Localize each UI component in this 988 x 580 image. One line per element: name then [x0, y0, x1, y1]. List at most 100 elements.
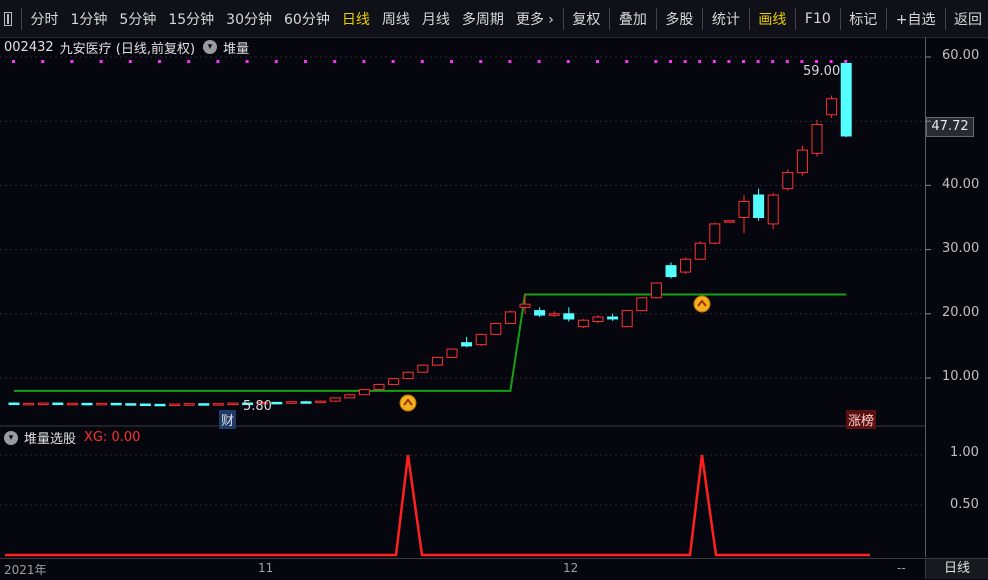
period-selector[interactable]: 日线 — [925, 559, 988, 579]
candle-body — [796, 149, 808, 174]
candle-body — [534, 310, 546, 316]
dot-marker — [158, 60, 161, 63]
buy-signal-icon — [693, 295, 711, 313]
candle-body — [826, 98, 838, 116]
dot-marker — [128, 60, 132, 63]
dot-marker — [771, 60, 775, 63]
date-label: 12 — [563, 561, 579, 575]
dot-marker — [333, 60, 337, 63]
ma-line-path — [14, 293, 847, 392]
candle-body — [782, 172, 794, 190]
buy-signal-icon — [399, 394, 417, 412]
candle-body — [81, 402, 93, 406]
candle-body — [125, 403, 137, 406]
dot-marker — [420, 60, 424, 63]
date-axis: 2021年 11 12 -- 日线 — [0, 558, 988, 580]
candle-body — [650, 282, 662, 299]
candle-body — [665, 265, 677, 278]
dot-marker — [742, 60, 745, 63]
dot-marker — [844, 60, 848, 63]
candle-body — [402, 371, 414, 380]
dot-marker — [625, 60, 629, 63]
candle-body — [329, 397, 341, 402]
candle-body — [212, 403, 224, 406]
candle-body — [344, 394, 356, 399]
grid-lines — [0, 56, 931, 506]
dot-marker — [304, 60, 307, 63]
candle-body — [577, 319, 589, 328]
dot-marker — [245, 60, 249, 63]
dot-marker — [391, 60, 395, 63]
candle-body — [709, 223, 721, 244]
dot-marker — [362, 60, 366, 63]
dot-marker — [829, 60, 833, 63]
dot-marker — [712, 60, 716, 63]
candle-body — [285, 401, 297, 404]
candle-body — [475, 333, 487, 346]
candle-body — [417, 364, 429, 373]
candle-body — [738, 200, 750, 218]
price-chart[interactable] — [0, 0, 988, 579]
candlestick-series — [8, 62, 852, 412]
date-label: 11 — [258, 561, 274, 575]
candle-body — [548, 313, 560, 316]
dot-marker — [756, 60, 760, 63]
dot-marker — [537, 60, 541, 63]
dot-marker — [785, 60, 789, 63]
candle-body — [811, 123, 823, 154]
dot-marker — [479, 60, 483, 63]
dot-marker — [727, 60, 731, 63]
candle-body — [373, 383, 385, 391]
dot-marker — [274, 60, 278, 63]
candle-body — [66, 402, 78, 406]
candle-body — [723, 220, 735, 223]
dot-marker — [566, 60, 570, 63]
candle-body — [563, 313, 575, 320]
candle-body — [680, 258, 692, 273]
candle-body — [636, 297, 648, 312]
candle-body — [607, 316, 619, 320]
candle-body — [753, 194, 765, 218]
candle-body — [271, 401, 283, 405]
date-label: 2021年 — [4, 563, 47, 577]
dot-marker — [99, 60, 103, 63]
dot-marker — [800, 60, 804, 63]
low-annotation: 5.80 — [243, 399, 272, 414]
candle-body — [490, 322, 502, 335]
candle-body — [504, 311, 516, 324]
candle-body — [23, 402, 35, 406]
dot-marker — [70, 60, 74, 63]
high-annotation: 59.00 — [803, 64, 841, 79]
limit-list-tag[interactable]: 涨榜 — [846, 410, 877, 429]
candle-body — [96, 402, 108, 406]
dot-marker — [683, 60, 687, 63]
ma-line — [14, 293, 847, 392]
dot-marker — [654, 60, 658, 63]
candle-body — [227, 402, 239, 406]
candle-body — [154, 403, 166, 407]
candle-body — [198, 403, 210, 406]
dot-marker — [508, 60, 512, 63]
dot-marker — [669, 60, 672, 63]
candle-body — [52, 402, 64, 406]
finance-tag[interactable]: 财 — [219, 410, 237, 429]
candle-body — [110, 402, 122, 406]
dot-marker — [815, 60, 818, 63]
candle-body — [315, 400, 327, 404]
candle-body — [694, 242, 706, 260]
candle-body — [621, 310, 633, 328]
candle-body — [8, 402, 20, 406]
candle-body — [519, 303, 531, 308]
candle-body — [300, 401, 312, 404]
candle-body — [592, 316, 604, 323]
candle-body — [169, 403, 181, 407]
candle-body — [358, 389, 370, 396]
dot-marker — [41, 60, 45, 63]
dot-marker — [216, 60, 220, 63]
dot-marker — [187, 60, 191, 63]
dot-marker — [12, 60, 15, 63]
candle-body — [461, 342, 473, 347]
date-dash: -- — [897, 561, 906, 575]
candle-body — [37, 402, 49, 406]
candle-body — [446, 348, 458, 358]
